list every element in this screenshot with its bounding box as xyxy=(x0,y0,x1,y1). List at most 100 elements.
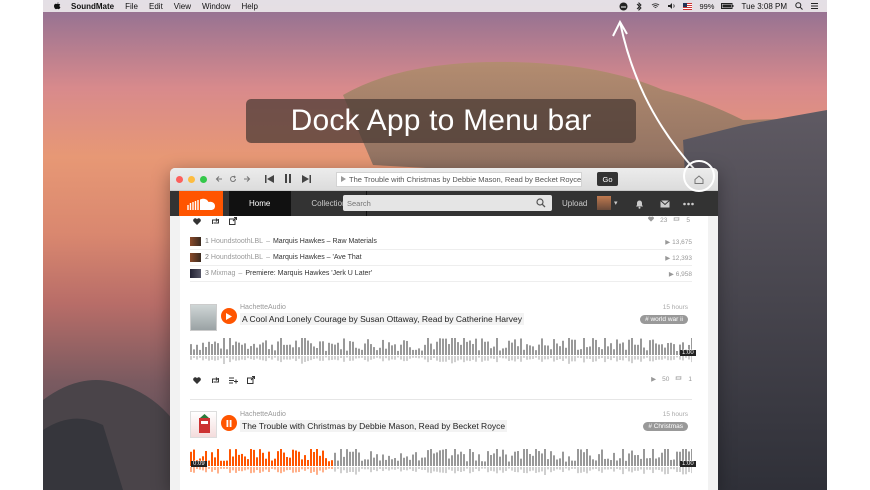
waveform-bar xyxy=(424,457,426,466)
tab-home[interactable]: Home xyxy=(229,191,292,216)
menu-help[interactable]: Help xyxy=(241,2,257,11)
user-avatar[interactable] xyxy=(597,196,611,210)
now-playing-play-icon xyxy=(341,175,346,184)
waveform-reflection xyxy=(352,356,354,361)
menu-view[interactable]: View xyxy=(174,2,191,11)
waveform-bar xyxy=(640,338,642,355)
waveform-reflection xyxy=(496,467,498,474)
like-heart-icon[interactable] xyxy=(192,376,202,385)
waveform-bar xyxy=(211,452,213,466)
waveform[interactable] xyxy=(190,449,692,475)
waveform-bar xyxy=(385,348,387,355)
waveform-reflection xyxy=(298,467,300,472)
close-window-button[interactable] xyxy=(176,175,183,183)
menu-window[interactable]: Window xyxy=(202,2,230,11)
waveform-reflection xyxy=(583,467,585,472)
track-title[interactable]: The Trouble with Christmas by Debbie Mas… xyxy=(240,420,508,432)
track-title[interactable]: Marquis Hawkes – Raw Materials xyxy=(273,238,377,245)
waveform-reflection xyxy=(613,356,615,359)
list-item[interactable]: 1 HoundstoothLBL – Marquis Hawkes – Raw … xyxy=(190,234,692,250)
share-icon[interactable] xyxy=(228,217,238,226)
list-item[interactable]: 2 HoundstoothLBL – Marquis Hawkes – 'Ave… xyxy=(190,250,692,266)
uploader-name[interactable]: HachetteAudio xyxy=(240,304,286,311)
previous-track-icon[interactable] xyxy=(265,170,274,188)
waveform-bar xyxy=(649,340,651,355)
waveform-bar xyxy=(469,340,471,355)
waveform-reflection xyxy=(235,467,237,473)
waveform-bar xyxy=(328,461,330,466)
waveform-bar xyxy=(487,341,489,355)
next-track-icon[interactable] xyxy=(302,170,311,188)
waveform-reflection xyxy=(649,356,651,362)
waveform-reflection xyxy=(469,467,471,474)
waveform-bar xyxy=(442,338,444,355)
waveform-bar xyxy=(322,450,324,466)
more-options-icon[interactable] xyxy=(683,198,694,209)
waveform-bar xyxy=(337,460,339,466)
menu-edit[interactable]: Edit xyxy=(149,2,163,11)
waveform-bar xyxy=(592,338,594,355)
waveform-bar xyxy=(457,342,459,355)
waveform-bar xyxy=(544,449,546,466)
track-artist[interactable]: Mixmag xyxy=(211,270,236,277)
forward-arrow-icon[interactable] xyxy=(242,174,252,184)
waveform-reflection xyxy=(586,356,588,359)
apple-icon[interactable] xyxy=(53,1,63,11)
go-button[interactable]: Go xyxy=(597,172,618,186)
notifications-bell-icon[interactable] xyxy=(634,198,645,209)
chevron-down-icon[interactable]: ▾ xyxy=(614,199,618,207)
track-title[interactable]: A Cool And Lonely Courage by Susan Ottaw… xyxy=(240,313,525,325)
waveform-reflection xyxy=(319,356,321,361)
track-title[interactable]: Marquis Hawkes – 'Ave That xyxy=(273,254,362,261)
waveform-bar xyxy=(484,461,486,466)
waveform-reflection xyxy=(679,356,681,360)
search-input[interactable] xyxy=(343,195,552,211)
waveform-reflection xyxy=(259,356,261,360)
list-item[interactable]: 3 Mixmag – Premiere: Marquis Hawkes 'Jer… xyxy=(190,266,692,282)
search-icon[interactable] xyxy=(536,198,546,208)
minimize-window-button[interactable] xyxy=(188,175,195,183)
soundcloud-logo-icon[interactable] xyxy=(179,191,223,216)
waveform-reflection xyxy=(535,356,537,358)
waveform-reflection xyxy=(190,467,192,472)
genre-tag[interactable]: # Christmas xyxy=(643,422,688,431)
menu-app-name[interactable]: SoundMate xyxy=(71,2,114,11)
waveform-bar xyxy=(433,349,435,355)
messages-envelope-icon[interactable] xyxy=(659,198,670,209)
back-arrow-icon[interactable] xyxy=(214,174,224,184)
zoom-window-button[interactable] xyxy=(200,175,207,183)
add-to-playlist-icon[interactable] xyxy=(228,376,238,385)
pause-icon[interactable] xyxy=(284,170,292,188)
pause-button[interactable] xyxy=(221,415,237,431)
like-heart-icon[interactable] xyxy=(192,217,202,226)
track-artwork[interactable] xyxy=(190,411,217,438)
waveform-bar xyxy=(241,453,243,466)
waveform-reflection xyxy=(625,467,627,469)
waveform-bar xyxy=(595,339,597,355)
upload-link[interactable]: Upload xyxy=(562,199,587,208)
spotlight-search-icon[interactable] xyxy=(794,2,803,11)
track-artist[interactable]: HoundstoothLBL xyxy=(211,254,263,261)
share-icon[interactable] xyxy=(246,376,256,385)
notification-center-icon[interactable] xyxy=(810,2,819,11)
track-title[interactable]: Premiere: Marquis Hawkes 'Jerk U Later' xyxy=(245,270,372,277)
waveform-reflection xyxy=(667,356,669,361)
play-button[interactable] xyxy=(221,308,237,324)
waveform-bar xyxy=(664,347,666,355)
genre-tag[interactable]: # world war ii xyxy=(640,315,688,324)
menubar-clock[interactable]: Tue 3:08 PM xyxy=(741,2,787,11)
menu-file[interactable]: File xyxy=(125,2,138,11)
waveform-bar xyxy=(511,342,513,355)
track-separator: – xyxy=(266,254,270,261)
track-artwork[interactable] xyxy=(190,304,217,331)
waveform-bar xyxy=(601,349,603,355)
now-playing-field[interactable]: The Trouble with Christmas by Debbie Mas… xyxy=(336,172,582,187)
uploader-name[interactable]: HachetteAudio xyxy=(240,411,286,418)
reload-icon[interactable] xyxy=(228,174,238,184)
waveform-reflection xyxy=(637,467,639,471)
repost-icon[interactable] xyxy=(210,217,220,226)
track-artist[interactable]: HoundstoothLBL xyxy=(211,238,263,245)
waveform[interactable] xyxy=(190,338,692,364)
repost-icon[interactable] xyxy=(210,376,220,385)
waveform-reflection xyxy=(199,467,201,470)
